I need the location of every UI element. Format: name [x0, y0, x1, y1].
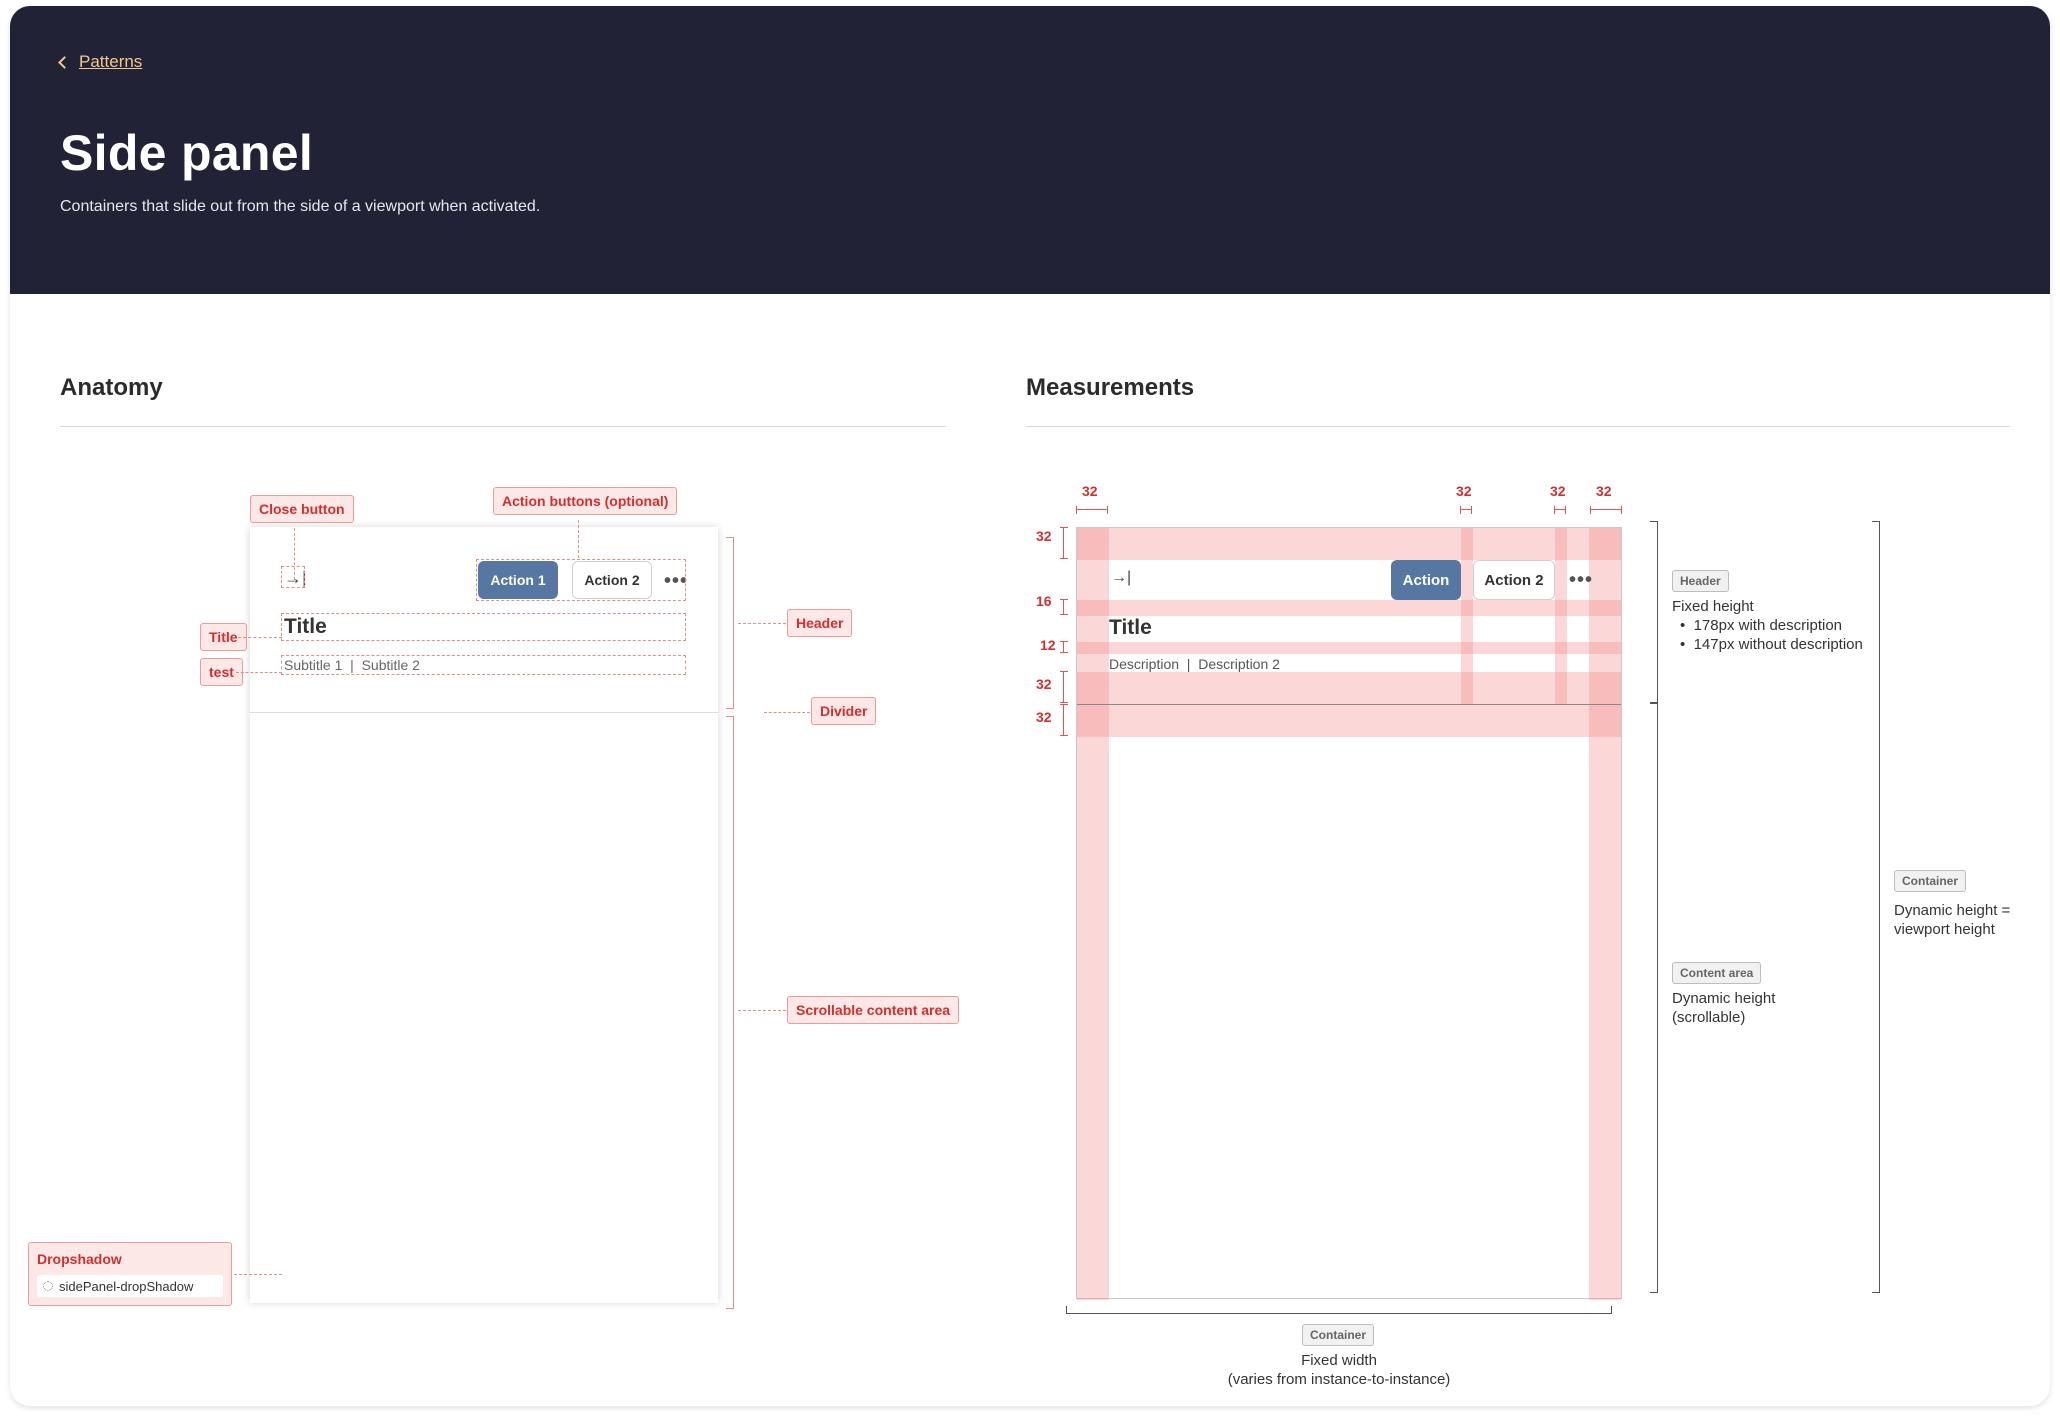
close-panel-icon[interactable]: →| [1111, 570, 1131, 586]
dim-top-padding: 32 [1036, 528, 1052, 544]
dim-header-bottom: 32 [1036, 676, 1052, 692]
title-gap-band [1077, 600, 1621, 616]
content-note: Dynamic height (scrollable) [1672, 990, 1775, 1028]
description-gap-band [1077, 642, 1621, 654]
action-2-button[interactable]: Action 2 [1473, 560, 1555, 600]
width-note-line-2: (varies from instance-to-instance) [1227, 1370, 1451, 1388]
dim-title-gap: 16 [1036, 593, 1052, 609]
dim-left-padding: 32 [1082, 483, 1098, 499]
dim-marker-right [1590, 506, 1622, 514]
dim-right-padding: 32 [1596, 483, 1612, 499]
header-bracket [726, 537, 734, 709]
close-button-outline [281, 566, 305, 588]
anatomy-side-panel: →| Action 1 Action 2 ••• Title Subtitle … [250, 527, 718, 1303]
content-bracket [726, 716, 734, 1309]
panel-description: Description | Description 2 [1109, 656, 1280, 672]
measurements-heading: Measurements [1026, 374, 1195, 401]
chevron-left-icon [58, 56, 71, 69]
action-button[interactable]: Action [1391, 560, 1461, 600]
tag-scrollable-content: Scrollable content area [787, 996, 960, 1024]
dropshadow-token-name: sidePanel-dropShadow [59, 1278, 194, 1294]
leader-scroll [738, 1010, 786, 1011]
subtitle-outline [281, 655, 686, 675]
header-bottom-band [1077, 672, 1621, 704]
action-buttons-outline [476, 559, 686, 601]
content-note-line-2: (scrollable) [1672, 1008, 1746, 1026]
breadcrumb[interactable]: Patterns [58, 52, 142, 72]
page-title: Side panel [60, 125, 314, 181]
container-note-line-2: viewport height [1894, 920, 1995, 938]
width-note-line-1: Fixed width [1301, 1352, 1377, 1369]
header-note-line-1: Fixed height [1672, 598, 1754, 615]
dim-content-top: 32 [1036, 709, 1052, 725]
anatomy-heading: Anatomy [60, 374, 163, 401]
anatomy-divider-rule [60, 426, 946, 427]
leader-title [238, 637, 282, 638]
page-description: Containers that slide out from the side … [60, 198, 541, 215]
dim-marker-description-gap [1060, 641, 1068, 653]
tag-divider: Divider [811, 697, 877, 725]
gutter-band-2 [1555, 528, 1567, 704]
overflow-menu-icon[interactable]: ••• [1569, 570, 1593, 590]
container-height-note: Dynamic height = viewport height [1894, 902, 2010, 940]
header-note-tag: Header [1672, 570, 1729, 592]
leader-divider [764, 712, 810, 713]
leader-header [738, 623, 786, 624]
dim-marker-header-bottom [1060, 671, 1068, 703]
measurements-divider-rule [1026, 426, 2010, 427]
container-note-tag: Container [1894, 870, 1967, 892]
page-frame: Patterns Side panel Containers that slid… [10, 6, 2050, 1406]
breadcrumb-link-patterns[interactable]: Patterns [79, 52, 142, 72]
content-note-line-1: Dynamic height [1672, 990, 1776, 1007]
measurement-divider-line [1077, 704, 1621, 705]
dim-marker-content-top [1060, 704, 1068, 736]
content-top-band [1077, 705, 1621, 737]
leader-actions [578, 520, 579, 558]
tag-header: Header [787, 609, 853, 637]
content-height-bracket [1650, 703, 1658, 1293]
tag-dropshadow: Dropshadow sidePanel-dropShadow [28, 1242, 232, 1306]
header-note-line-2: • 178px with description [1680, 616, 1843, 634]
width-note-tag: Container [1302, 1324, 1375, 1346]
dim-gutter-2: 32 [1550, 483, 1566, 499]
dim-marker-title-gap [1060, 599, 1068, 615]
leader-dropshadow [234, 1274, 282, 1275]
dim-description-gap: 12 [1040, 637, 1056, 653]
dim-marker-top [1060, 527, 1068, 559]
dim-gutter-1: 32 [1456, 483, 1472, 499]
container-note-line-1: Dynamic height = [1894, 902, 2011, 919]
panel-divider-line [250, 712, 718, 713]
gutter-band-1 [1461, 528, 1473, 704]
dim-marker-gutter-2 [1554, 506, 1566, 514]
dropshadow-token: sidePanel-dropShadow [37, 1275, 223, 1297]
tag-action-buttons: Action buttons (optional) [493, 487, 678, 515]
panel-title: Title [1109, 616, 1152, 639]
leader-test [236, 672, 282, 673]
container-height-bracket [1872, 521, 1880, 1293]
content-note-tag: Content area [1672, 962, 1762, 984]
dim-marker-left [1076, 506, 1108, 514]
measurement-side-panel: →| Action Action 2 ••• Title Description… [1076, 527, 1622, 1300]
dim-marker-gutter-1 [1460, 506, 1472, 514]
tag-close-button: Close button [250, 495, 354, 523]
header-note-line-3: • 147px without description [1680, 635, 1863, 653]
header-height-bracket [1650, 521, 1658, 703]
container-width-note: Fixed width (varies from instance-to-ins… [1114, 1352, 1564, 1390]
shadow-token-icon [43, 1281, 53, 1291]
hero-banner: Patterns Side panel Containers that slid… [10, 6, 2050, 294]
leader-close [294, 528, 295, 580]
top-padding-band [1077, 528, 1621, 560]
dropshadow-label: Dropshadow [37, 1251, 122, 1267]
container-width-bracket [1066, 1306, 1612, 1314]
title-outline [281, 613, 686, 641]
header-note: Fixed height • 178px with description • … [1672, 598, 1863, 654]
